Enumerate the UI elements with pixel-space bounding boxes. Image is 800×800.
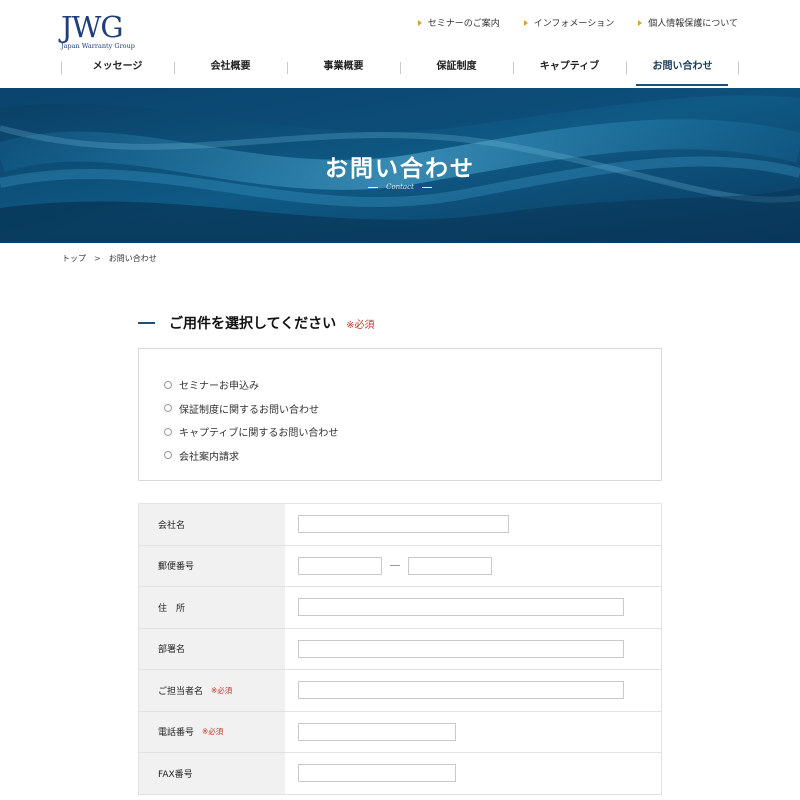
nav-divider bbox=[738, 62, 739, 74]
form-row-phone: 電話番号 ※必須 bbox=[138, 711, 662, 753]
label-text: 住 所 bbox=[158, 603, 186, 614]
form-row-company: 会社名 bbox=[138, 504, 662, 546]
site-header: JWG Japan Warranty Group セミナーのご案内 インフォメー… bbox=[0, 0, 800, 88]
logo-text: JWG bbox=[61, 10, 124, 44]
fax-input[interactable] bbox=[298, 764, 456, 783]
field-label: 住 所 bbox=[139, 587, 285, 628]
form-row-contact-person: ご担当者名 ※必須 bbox=[138, 670, 662, 712]
label-text: 会社名 bbox=[158, 520, 186, 531]
option-label: 会社案内請求 bbox=[179, 451, 239, 463]
breadcrumb-current: お問い合わせ bbox=[108, 254, 157, 263]
util-link-label: 個人情報保護について bbox=[648, 19, 738, 29]
util-link-seminar[interactable]: セミナーのご案内 bbox=[417, 16, 500, 29]
field-label: 部署名 bbox=[139, 628, 285, 669]
option-warranty[interactable]: 保証制度に関するお問い合わせ bbox=[164, 397, 661, 421]
option-label: セミナーお申込み bbox=[179, 381, 259, 393]
main-nav: メッセージ 会社概要 事業概要 保証制度 キャプティブ お問い合わせ bbox=[61, 54, 739, 86]
nav-item-message[interactable]: メッセージ bbox=[61, 54, 174, 84]
field-label: ご担当者名 ※必須 bbox=[139, 670, 285, 711]
form-row-postal: 郵便番号 bbox=[138, 545, 662, 587]
required-mark: ※必須 bbox=[346, 319, 375, 331]
field-label: FAX番号 bbox=[139, 753, 285, 794]
util-link-label: インフォメーション bbox=[533, 19, 615, 29]
radio-button[interactable] bbox=[164, 427, 172, 436]
field-cell bbox=[285, 545, 661, 586]
field-cell bbox=[285, 504, 661, 545]
nav-item-warranty[interactable]: 保証制度 bbox=[400, 54, 513, 84]
department-input[interactable] bbox=[298, 639, 624, 658]
nav-item-contact[interactable]: お問い合わせ bbox=[626, 54, 739, 84]
required-mark: ※必須 bbox=[211, 685, 233, 695]
hero-banner: お問い合わせ Contact bbox=[0, 88, 800, 243]
label-text: FAX番号 bbox=[158, 769, 193, 780]
required-mark: ※必須 bbox=[202, 727, 224, 737]
nav-item-company[interactable]: 会社概要 bbox=[174, 54, 287, 84]
nav-active-indicator bbox=[636, 84, 728, 86]
option-seminar[interactable]: セミナーお申込み bbox=[164, 373, 661, 397]
util-link-privacy[interactable]: 個人情報保護について bbox=[638, 16, 738, 29]
heading-text: ご用件を選択してください bbox=[169, 316, 337, 332]
section-heading: ご用件を選択してください ※必須 bbox=[138, 313, 375, 333]
radio-button[interactable] bbox=[164, 451, 172, 460]
heading-accent-line bbox=[138, 322, 155, 324]
logo-subtext: Japan Warranty Group bbox=[61, 42, 135, 50]
field-cell bbox=[285, 711, 661, 752]
breadcrumb: トップ > お問い合わせ bbox=[62, 253, 157, 264]
postal-code-first-input[interactable] bbox=[298, 556, 382, 575]
field-label: 会社名 bbox=[139, 504, 285, 545]
contact-form: 会社名 郵便番号 住 所 部署名 ご担当者名 ※必須 電話番号 ※必須 FAX番… bbox=[138, 503, 662, 795]
utility-nav: セミナーのご案内 インフォメーション 個人情報保護について bbox=[394, 16, 738, 29]
breadcrumb-home[interactable]: トップ bbox=[62, 253, 86, 264]
radio-button[interactable] bbox=[164, 380, 172, 389]
phone-input[interactable] bbox=[298, 722, 456, 741]
label-text: 部署名 bbox=[158, 645, 186, 656]
address-input[interactable] bbox=[298, 598, 624, 617]
field-cell bbox=[285, 587, 661, 628]
label-text: ご担当者名 bbox=[158, 686, 204, 697]
arrow-right-icon bbox=[417, 19, 422, 26]
arrow-right-icon bbox=[523, 19, 528, 26]
util-link-label: セミナーのご案内 bbox=[427, 19, 500, 29]
subtitle-dash-left bbox=[368, 186, 379, 188]
page-subtitle-row: Contact bbox=[0, 183, 800, 191]
util-link-information[interactable]: インフォメーション bbox=[523, 16, 615, 29]
nav-item-business[interactable]: 事業概要 bbox=[287, 54, 400, 84]
postal-dash bbox=[390, 565, 400, 567]
page-title: お問い合わせ bbox=[325, 155, 475, 182]
label-text: 電話番号 bbox=[158, 728, 195, 739]
form-row-department: 部署名 bbox=[138, 628, 662, 670]
field-label: 郵便番号 bbox=[139, 545, 285, 586]
form-row-address: 住 所 bbox=[138, 587, 662, 629]
contact-person-input[interactable] bbox=[298, 681, 624, 700]
arrow-right-icon bbox=[638, 19, 643, 26]
nav-item-captive[interactable]: キャプティブ bbox=[513, 54, 626, 84]
postal-code-second-input[interactable] bbox=[408, 556, 492, 575]
jwg-logo[interactable]: JWG Japan Warranty Group bbox=[61, 10, 135, 52]
option-label: 保証制度に関するお問い合わせ bbox=[179, 404, 319, 416]
page-subtitle: Contact bbox=[386, 183, 414, 191]
radio-button[interactable] bbox=[164, 404, 172, 413]
option-label: キャプティブに関するお問い合わせ bbox=[179, 428, 339, 440]
company-name-input[interactable] bbox=[298, 515, 509, 534]
option-brochure[interactable]: 会社案内請求 bbox=[164, 444, 661, 468]
field-cell bbox=[285, 628, 661, 669]
option-captive[interactable]: キャプティブに関するお問い合わせ bbox=[164, 420, 661, 444]
field-cell bbox=[285, 753, 661, 794]
label-text: 郵便番号 bbox=[158, 562, 195, 573]
breadcrumb-separator: > bbox=[94, 254, 101, 263]
field-cell bbox=[285, 670, 661, 711]
inquiry-type-options: セミナーお申込み 保証制度に関するお問い合わせ キャプティブに関するお問い合わせ… bbox=[138, 348, 662, 481]
subtitle-dash-right bbox=[421, 186, 432, 188]
form-row-fax: FAX番号 bbox=[138, 753, 662, 795]
field-label: 電話番号 ※必須 bbox=[139, 711, 285, 752]
